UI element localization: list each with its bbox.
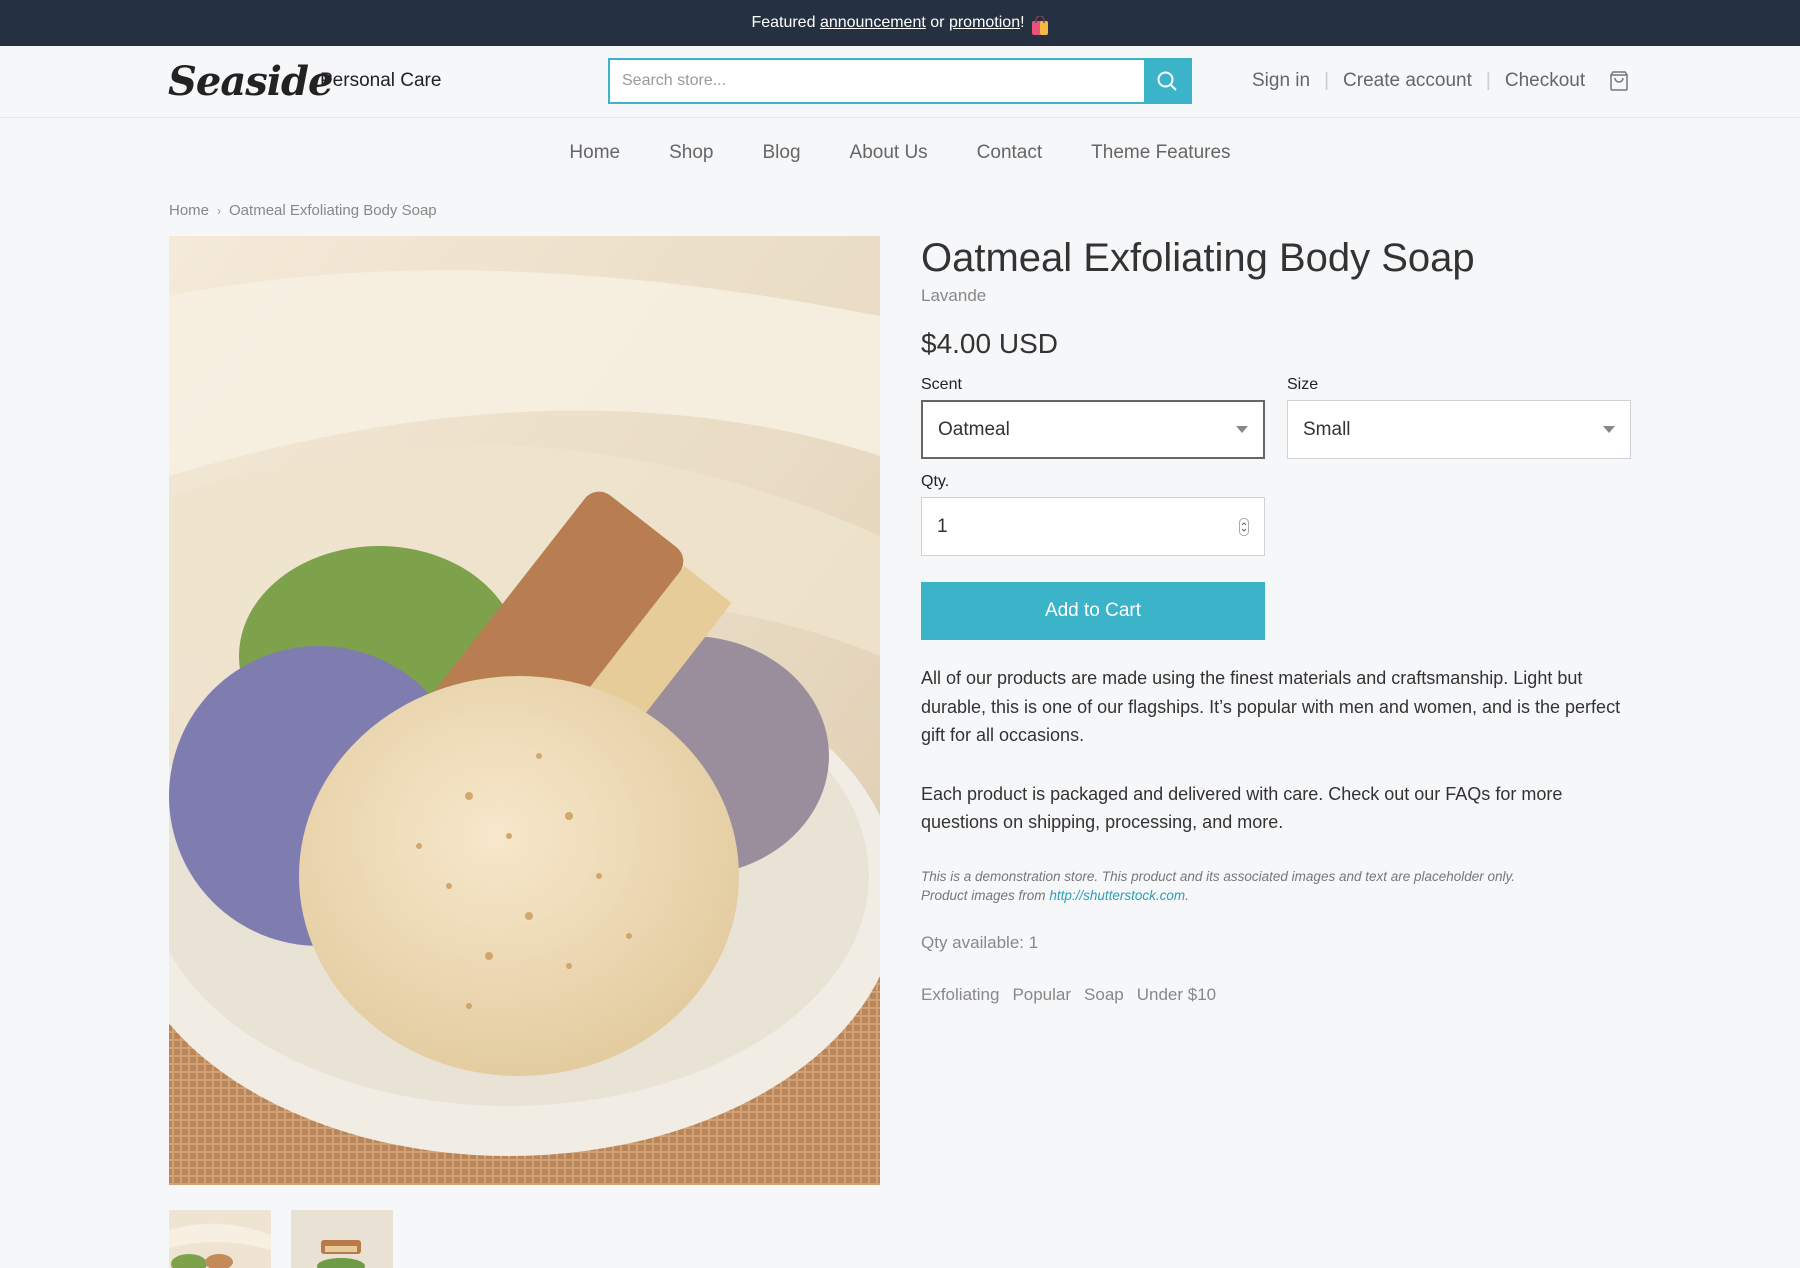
search-icon bbox=[1157, 71, 1177, 91]
breadcrumb: Home › Oatmeal Exfoliating Body Soap bbox=[169, 202, 437, 219]
tag-soap[interactable]: Soap bbox=[1084, 985, 1124, 1005]
shutterstock-link[interactable]: http://shutterstock.com bbox=[1049, 888, 1185, 903]
search-input[interactable] bbox=[610, 60, 1144, 102]
search-bar bbox=[608, 58, 1192, 104]
tag-exfoliating[interactable]: Exfoliating bbox=[921, 985, 999, 1005]
demo-note-line2: Product images from http://shutterstock.… bbox=[921, 886, 1631, 905]
nav-contact[interactable]: Contact bbox=[977, 142, 1042, 164]
main-nav: Home Shop Blog About Us Contact Theme Fe… bbox=[0, 118, 1800, 188]
cart-icon bbox=[1610, 71, 1628, 91]
search-button[interactable] bbox=[1144, 60, 1190, 102]
qty-label: Qty. bbox=[921, 473, 950, 490]
announcement-suffix: ! bbox=[1020, 14, 1025, 31]
demo-note-line1: This is a demonstration store. This prod… bbox=[921, 868, 1516, 884]
nav-theme-features[interactable]: Theme Features bbox=[1091, 142, 1230, 164]
add-to-cart-button[interactable]: Add to Cart bbox=[921, 582, 1265, 640]
breadcrumb-current: Oatmeal Exfoliating Body Soap bbox=[229, 202, 437, 219]
product-title: Oatmeal Exfoliating Body Soap bbox=[921, 236, 1475, 280]
scent-value: Oatmeal bbox=[938, 418, 1010, 440]
sign-in-link[interactable]: Sign in bbox=[1252, 70, 1310, 92]
divider: | bbox=[1324, 70, 1330, 91]
breadcrumb-separator: › bbox=[217, 203, 222, 218]
announcement-middle: or bbox=[930, 14, 945, 31]
thumbnail-1[interactable] bbox=[169, 1210, 271, 1268]
quantity-value: 1 bbox=[937, 515, 948, 537]
breadcrumb-home[interactable]: Home bbox=[169, 202, 209, 219]
nav-shop[interactable]: Shop bbox=[669, 142, 713, 164]
size-label: Size bbox=[1287, 376, 1319, 393]
create-account-link[interactable]: Create account bbox=[1343, 70, 1472, 92]
scent-option: Scent Oatmeal bbox=[921, 376, 1265, 459]
product-description: All of our products are made using the f… bbox=[921, 664, 1631, 837]
caret-down-icon bbox=[1236, 425, 1248, 433]
checkout-link[interactable]: Checkout bbox=[1505, 70, 1585, 92]
tag-under-10[interactable]: Under $10 bbox=[1137, 985, 1216, 1005]
product-price: $4.00 USD bbox=[921, 328, 1058, 359]
announcement-prefix: Featured bbox=[751, 14, 816, 31]
promotion-link[interactable]: promotion bbox=[949, 14, 1020, 32]
size-value: Small bbox=[1303, 418, 1351, 440]
product-options: Scent Oatmeal Size Small bbox=[921, 376, 1631, 459]
product-tags: Exfoliating Popular Soap Under $10 bbox=[921, 985, 1631, 1005]
shopping-bag-icon bbox=[1031, 15, 1049, 35]
demo-note-suffix: . bbox=[1185, 887, 1189, 903]
stepper-icon bbox=[1239, 517, 1249, 536]
product-info: Oatmeal Exfoliating Body Soap Lavande $4… bbox=[921, 234, 1631, 1005]
caret-down-icon bbox=[1603, 425, 1615, 433]
shop-name[interactable]: Personal Care bbox=[320, 70, 441, 92]
announcement-bar: Featured announcement or promotion! bbox=[0, 0, 1800, 46]
demo-note-prefix: Product images from bbox=[921, 887, 1046, 903]
demo-note: This is a demonstration store. This prod… bbox=[921, 867, 1631, 905]
qty-available: Qty available: 1 bbox=[921, 932, 1039, 952]
announcement-link[interactable]: announcement bbox=[820, 14, 926, 32]
product-image[interactable] bbox=[169, 236, 880, 1185]
thumbnail-2[interactable] bbox=[291, 1210, 393, 1268]
size-option: Size Small bbox=[1287, 376, 1631, 459]
site-header: Seaside Personal Care Sign in | Create a… bbox=[0, 46, 1800, 118]
product-vendor[interactable]: Lavande bbox=[921, 286, 1631, 306]
description-paragraph-1: All of our products are made using the f… bbox=[921, 668, 1621, 745]
nav-about-us[interactable]: About Us bbox=[850, 142, 928, 164]
scent-select[interactable]: Oatmeal bbox=[921, 400, 1265, 459]
store-logo[interactable]: Seaside bbox=[168, 58, 333, 105]
size-select[interactable]: Small bbox=[1287, 400, 1631, 459]
quantity-stepper[interactable] bbox=[1239, 517, 1249, 536]
thumbnail-strip bbox=[169, 1210, 393, 1268]
nav-blog[interactable]: Blog bbox=[762, 142, 800, 164]
divider: | bbox=[1485, 70, 1491, 91]
tag-popular[interactable]: Popular bbox=[1012, 985, 1071, 1005]
description-paragraph-2: Each product is packaged and delivered w… bbox=[921, 783, 1563, 833]
account-links: Sign in | Create account | Checkout bbox=[1252, 70, 1585, 92]
quantity-field[interactable]: 1 bbox=[921, 497, 1265, 556]
cart-button[interactable] bbox=[1608, 70, 1630, 92]
nav-home[interactable]: Home bbox=[569, 142, 620, 164]
scent-label: Scent bbox=[921, 376, 962, 393]
